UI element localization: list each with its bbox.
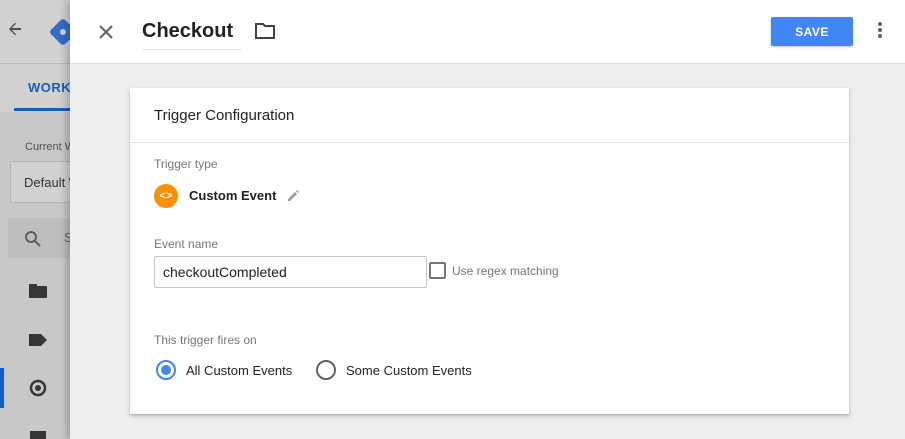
trigger-type-label: Trigger type [154,157,218,171]
trigger-type-value: Custom Event [189,188,277,203]
folder-icon[interactable] [254,22,278,44]
trigger-configuration-card: Trigger Configuration Trigger type <> Cu… [130,88,849,414]
panel-header: Checkout SAVE [70,0,905,64]
radio-all-custom-events[interactable] [156,360,176,380]
card-divider [130,142,849,143]
event-name-input[interactable] [154,256,427,288]
save-button[interactable]: SAVE [771,17,853,46]
fires-on-label: This trigger fires on [154,333,257,347]
close-icon[interactable] [94,20,118,44]
radio-all-custom-events-label: All Custom Events [186,363,293,378]
regex-checkbox[interactable] [429,262,446,279]
radio-some-custom-events-label: Some Custom Events [346,363,472,378]
more-vert-icon[interactable] [875,22,885,42]
custom-event-icon: <> [154,184,178,208]
regex-checkbox-label: Use regex matching [452,264,559,278]
event-name-label: Event name [154,237,219,251]
radio-some-custom-events[interactable] [316,360,336,380]
page-title[interactable]: Checkout [142,20,242,50]
card-title: Trigger Configuration [154,107,295,124]
trigger-editor-panel: Checkout SAVE Trigger Configuration Trig… [70,0,905,439]
pencil-edit-icon[interactable] [286,189,300,203]
